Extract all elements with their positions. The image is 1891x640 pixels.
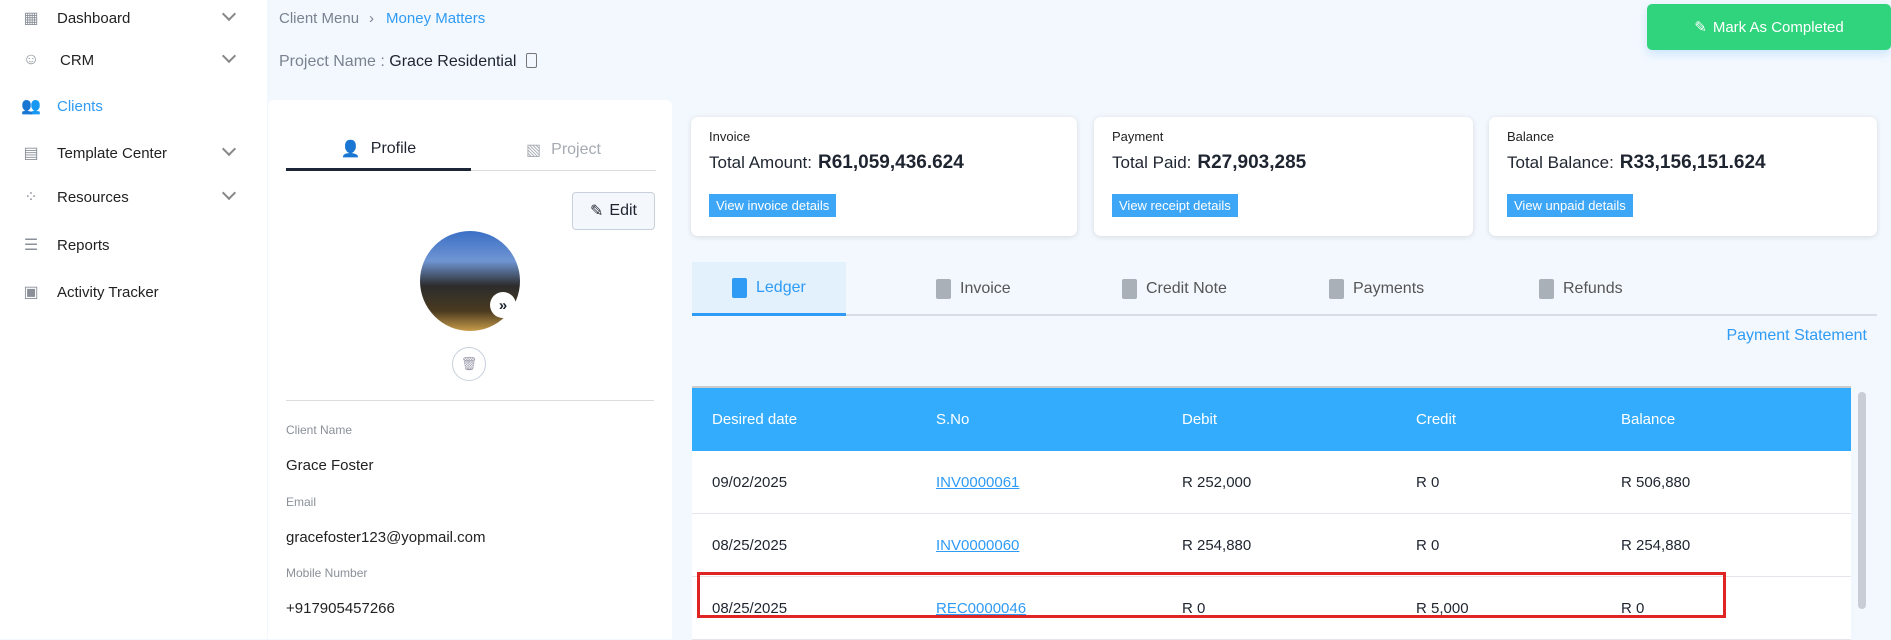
view-invoice-details-button[interactable]: View invoice details <box>709 194 837 217</box>
sidebar-item-template-center[interactable]: ▤ Template Center <box>0 135 267 171</box>
table-row: 09/02/2025 INV0000061 R 252,000 R 0 R 50… <box>692 451 1851 514</box>
total-paid: R27,903,285 <box>1197 152 1307 173</box>
ledger-icon <box>732 277 747 298</box>
tab-invoice[interactable]: Invoice <box>936 262 1011 316</box>
refunds-icon <box>1539 279 1554 299</box>
breadcrumb-client-menu[interactable]: Client Menu <box>279 10 359 27</box>
ledger-tabs: Ledger Invoice Credit Note Payments Refu… <box>692 262 1877 316</box>
sidebar-item-reports[interactable]: ☰ Reports <box>0 227 267 263</box>
payment-statement-link[interactable]: Payment Statement <box>1700 327 1867 345</box>
pencil-icon: ✎ <box>590 203 604 220</box>
sidebar: ▦ Dashboard ☺ CRM 👥 Clients ▤ Template Cente… <box>0 0 267 639</box>
breadcrumb-current: Money Matters <box>386 10 486 27</box>
payments-icon <box>1329 279 1344 299</box>
chevron-down-icon <box>221 141 237 157</box>
double-chevron-right-icon[interactable]: » <box>490 292 516 318</box>
breadcrumb: Client Menu › Money Matters <box>279 10 485 27</box>
email-value: gracefoster123@yopmail.com <box>286 529 486 546</box>
client-name-value: Grace Foster <box>286 457 374 474</box>
person-icon: 👤 <box>340 141 361 158</box>
copy-icon[interactable] <box>526 53 538 68</box>
payment-card: Payment Total Paid: R27,903,285 View rece… <box>1094 117 1473 236</box>
crm-icon: ☺ <box>22 51 40 68</box>
email-label: Email <box>286 495 317 509</box>
chevron-down-icon <box>221 185 237 201</box>
total-amount: R61,059,436.624 <box>818 152 964 173</box>
sidebar-item-clients[interactable]: 👥 Clients <box>0 88 267 124</box>
view-receipt-details-button[interactable]: View receipt details <box>1112 194 1238 217</box>
credit-note-icon <box>1122 279 1137 299</box>
highlight-box <box>697 572 1726 618</box>
sidebar-item-crm[interactable]: ☺ CRM <box>0 42 267 78</box>
tab-payments[interactable]: Payments <box>1329 262 1424 316</box>
tab-credit-note[interactable]: Credit Note <box>1122 262 1227 316</box>
sidebar-item-resources[interactable]: ⁘ Resources <box>0 179 267 215</box>
mobile-label: Mobile Number <box>286 566 368 580</box>
table-row: 08/25/2025 INV0000060 R 254,880 R 0 R 25… <box>692 514 1851 577</box>
chevron-right-icon: › <box>369 10 375 27</box>
table-header: Desired date S.No Debit Credit Balance <box>692 388 1851 451</box>
serial-link[interactable]: INV0000061 <box>936 474 1019 491</box>
task-icon: ✎ <box>1694 19 1707 36</box>
profile-panel: 👤 Profile ▧ Project ✎ Edit » 🗑 Client Name … <box>268 100 672 639</box>
edit-button[interactable]: ✎ Edit <box>572 192 655 230</box>
invoice-card: Invoice Total Amount: R61,059,436.624 Vie… <box>691 117 1077 236</box>
resources-icon: ⁘ <box>24 189 38 206</box>
mobile-value: +917905457266 <box>286 600 395 617</box>
balance-card: Balance Total Balance: R33,156,151.624 Vi… <box>1489 117 1877 236</box>
trash-icon[interactable]: 🗑 <box>452 347 486 381</box>
view-unpaid-details-button[interactable]: View unpaid details <box>1507 194 1633 217</box>
template-icon: ▤ <box>23 145 39 162</box>
tab-ledger[interactable]: Ledger <box>692 262 846 316</box>
chevron-down-icon <box>221 48 237 64</box>
divider <box>286 400 654 401</box>
serial-link[interactable]: INV0000060 <box>936 537 1019 554</box>
reports-icon: ☰ <box>23 237 39 254</box>
mark-as-completed-button[interactable]: ✎ Mark As Completed <box>1647 4 1891 50</box>
total-balance: R33,156,151.624 <box>1619 152 1766 173</box>
project-name: Project Name : Grace Residential <box>279 53 538 71</box>
chevron-down-icon <box>221 6 237 22</box>
invoice-icon <box>936 279 951 299</box>
dashboard-icon: ▦ <box>23 10 39 27</box>
sidebar-item-activity-tracker[interactable]: ▣ Activity Tracker <box>0 274 267 310</box>
client-name-label: Client Name <box>286 423 353 437</box>
tab-refunds[interactable]: Refunds <box>1539 262 1623 316</box>
activity-icon: ▣ <box>23 284 39 301</box>
sidebar-item-dashboard[interactable]: ▦ Dashboard <box>0 0 267 36</box>
tab-profile[interactable]: 👤 Profile <box>286 130 471 171</box>
table-scrollbar[interactable] <box>1858 392 1866 609</box>
project-icon: ▧ <box>526 142 542 159</box>
tab-project[interactable]: ▧ Project <box>471 130 656 171</box>
clients-icon: 👥 <box>21 98 41 115</box>
